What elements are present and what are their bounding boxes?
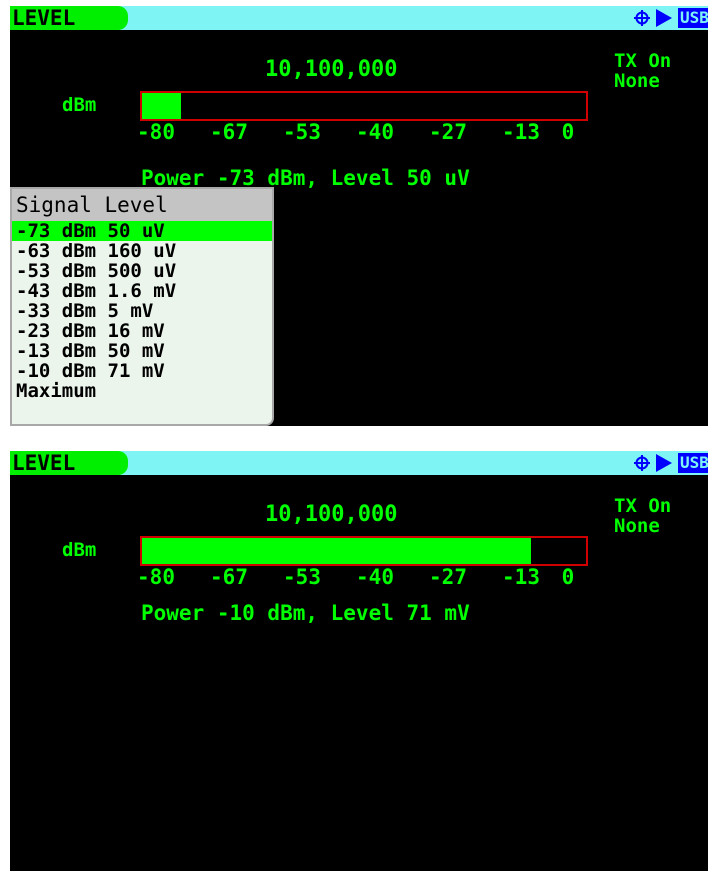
title-bar: LEVEL USB [10, 451, 708, 475]
tx-status-line2: None [614, 70, 660, 92]
menu-item[interactable]: Maximum [12, 381, 272, 401]
status-icons: USB [634, 8, 708, 28]
scale-tick: -13 [502, 120, 540, 144]
screen-bottom: LEVEL USB 10,100,000 TX On None dBm -80 … [10, 451, 708, 871]
menu-item[interactable]: -10 dBm 71 mV [12, 361, 272, 381]
scale-tick: -80 [137, 565, 175, 589]
menu-item[interactable]: -53 dBm 500 uV [12, 261, 272, 281]
usb-badge: USB [678, 453, 708, 473]
tx-status: TX On None [614, 496, 671, 536]
menu-item[interactable]: -23 dBm 16 mV [12, 321, 272, 341]
mode-title[interactable]: LEVEL [10, 6, 128, 30]
scale-tick: -27 [429, 565, 467, 589]
scale-tick: -27 [429, 120, 467, 144]
menu-title: Signal Level [12, 189, 272, 221]
menu-item[interactable]: -73 dBm 50 uV [12, 221, 272, 241]
crosshair-icon [634, 10, 650, 26]
menu-item[interactable]: -43 dBm 1.6 mV [12, 281, 272, 301]
play-icon [656, 454, 672, 472]
level-meter-fill [142, 538, 531, 564]
menu-item[interactable]: -33 dBm 5 mV [12, 301, 272, 321]
scale-tick: -13 [502, 565, 540, 589]
mode-title[interactable]: LEVEL [10, 451, 128, 475]
title-bar: LEVEL USB [10, 6, 708, 30]
meter-unit-label: dBm [62, 94, 97, 116]
frequency-display: 10,100,000 [265, 502, 398, 527]
frequency-display: 10,100,000 [265, 57, 398, 82]
usb-badge: USB [678, 8, 708, 28]
scale-tick: -53 [283, 120, 321, 144]
menu-item[interactable]: -13 dBm 50 mV [12, 341, 272, 361]
level-meter [140, 536, 588, 566]
scale-tick: -40 [356, 565, 394, 589]
signal-level-menu: Signal Level -73 dBm 50 uV -63 dBm 160 u… [10, 187, 274, 426]
scale-tick: 0 [561, 120, 575, 144]
scale-tick: -67 [210, 565, 248, 589]
tx-status: TX On None [614, 51, 671, 91]
menu-item[interactable]: -63 dBm 160 uV [12, 241, 272, 261]
crosshair-icon [634, 455, 650, 471]
level-meter-fill [142, 93, 181, 119]
meter-unit-label: dBm [62, 539, 97, 561]
scale-tick: -53 [283, 565, 321, 589]
scale-tick: 0 [561, 565, 575, 589]
level-meter [140, 91, 588, 121]
scale-tick: -40 [356, 120, 394, 144]
screen-top: LEVEL USB 10,100,000 TX On None dBm -80 … [10, 6, 708, 426]
scale-tick: -67 [210, 120, 248, 144]
power-readout: Power -10 dBm, Level 71 mV [141, 601, 470, 625]
tx-status-line2: None [614, 515, 660, 537]
scale-tick: -80 [137, 120, 175, 144]
play-icon [656, 9, 672, 27]
tx-status-line1: TX On [614, 495, 672, 517]
tx-status-line1: TX On [614, 50, 672, 72]
status-icons: USB [634, 453, 708, 473]
